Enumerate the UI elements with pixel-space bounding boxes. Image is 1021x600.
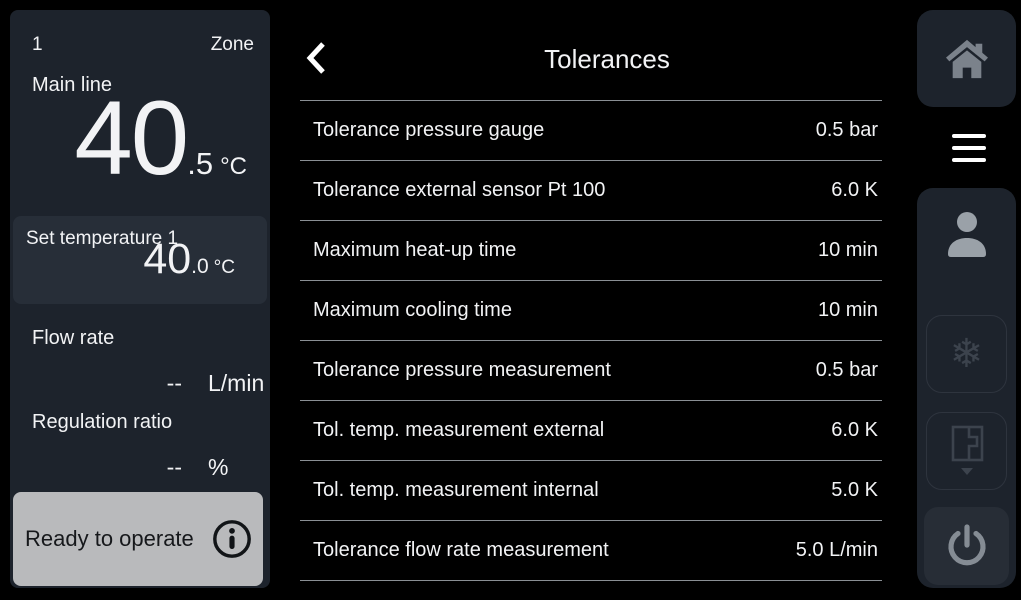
tolerance-row[interactable]: Tolerance flow rate measurement 5.0 L/mi… <box>300 521 882 581</box>
main-temp-unit: °C <box>220 153 247 180</box>
page-title: Tolerances <box>316 44 898 75</box>
main-temperature-readout: 40.5°C <box>10 86 247 191</box>
sidebar-item-power[interactable] <box>924 507 1009 585</box>
tolerance-row-value: 6.0 K <box>831 419 878 442</box>
menu-icon <box>952 134 986 162</box>
main-temp-integer: 40 <box>74 80 187 197</box>
tolerance-row-label: Tol. temp. measurement external <box>313 419 604 442</box>
tolerance-row-value: 0.5 bar <box>816 119 878 142</box>
sidebar-lower-section: ❄ <box>917 188 1016 588</box>
app-screen: 1 Zone Main line 40.5°C Set temperature … <box>0 0 1021 600</box>
status-button[interactable]: Ready to operate <box>13 492 263 586</box>
tolerance-row[interactable]: Tolerance external sensor Pt 100 6.0 K <box>300 161 882 221</box>
set-temperature-card[interactable]: Set temperature 1 40.0°C <box>13 216 267 304</box>
flow-rate-label: Flow rate <box>32 327 114 350</box>
regulation-ratio-label: Regulation ratio <box>32 411 172 434</box>
tolerance-row[interactable]: Maximum heat-up time 10 min <box>300 221 882 281</box>
user-icon <box>944 210 990 260</box>
tolerance-row-label: Tolerance pressure gauge <box>313 119 544 142</box>
tolerance-row-value: 0.5 bar <box>816 359 878 382</box>
info-icon <box>211 518 253 560</box>
tolerance-row-label: Tolerance external sensor Pt 100 <box>313 179 605 202</box>
tolerance-row[interactable]: Tolerance pressure measurement 0.5 bar <box>300 341 882 401</box>
set-temp-unit: °C <box>214 257 235 278</box>
tolerance-row[interactable]: Tol. temp. measurement external 6.0 K <box>300 401 882 461</box>
tolerance-row-label: Maximum cooling time <box>313 299 512 322</box>
set-temp-decimal: .0 <box>191 255 209 278</box>
power-icon <box>945 524 989 568</box>
regulation-ratio-value: -- <box>167 456 182 479</box>
flow-rate-readout: -- L/min <box>10 372 266 395</box>
zone-header: 1 Zone <box>32 34 254 56</box>
mold-icon <box>945 424 989 478</box>
tolerance-row-label: Tol. temp. measurement internal <box>313 479 599 502</box>
zone-number: 1 <box>32 34 43 56</box>
tolerance-row[interactable]: Maximum cooling time 10 min <box>300 281 882 341</box>
tolerance-row-value: 5.0 L/min <box>796 539 878 562</box>
tolerance-row-value: 6.0 K <box>831 179 878 202</box>
tolerance-row[interactable]: Tolerance pressure gauge 0.5 bar <box>300 101 882 161</box>
sidebar-item-menu-active[interactable] <box>917 107 1021 188</box>
sidebar-item-home[interactable] <box>917 10 1016 107</box>
tolerance-row-label: Tolerance flow rate measurement <box>313 539 609 562</box>
sidebar-item-mold[interactable] <box>926 412 1007 490</box>
zone-label: Zone <box>211 34 254 56</box>
tolerance-row-label: Tolerance pressure measurement <box>313 359 611 382</box>
tolerance-row-value: 10 min <box>818 299 878 322</box>
flow-rate-value: -- <box>167 372 182 395</box>
tolerance-row[interactable]: Tol. temp. measurement internal 5.0 K <box>300 461 882 521</box>
set-temperature-value: 40.0°C <box>143 238 235 281</box>
zone-panel: 1 Zone Main line 40.5°C Set temperature … <box>10 10 270 588</box>
flow-rate-unit: L/min <box>208 372 266 395</box>
home-icon <box>944 38 990 80</box>
regulation-ratio-unit: % <box>208 456 266 479</box>
tolerance-list: Tolerance pressure gauge 0.5 bar Toleran… <box>300 101 882 581</box>
sidebar-item-cooling[interactable]: ❄ <box>926 315 1007 393</box>
tolerance-row-value: 10 min <box>818 239 878 262</box>
tolerance-row-value: 5.0 K <box>831 479 878 502</box>
main-temp-decimal: .5 <box>187 146 213 181</box>
status-label: Ready to operate <box>25 526 194 552</box>
snowflake-icon: ❄ <box>950 334 984 374</box>
regulation-ratio-readout: -- % <box>10 456 266 479</box>
set-temp-integer: 40 <box>143 235 191 283</box>
tolerance-row-label: Maximum heat-up time <box>313 239 516 262</box>
sidebar-item-user[interactable] <box>944 210 990 260</box>
